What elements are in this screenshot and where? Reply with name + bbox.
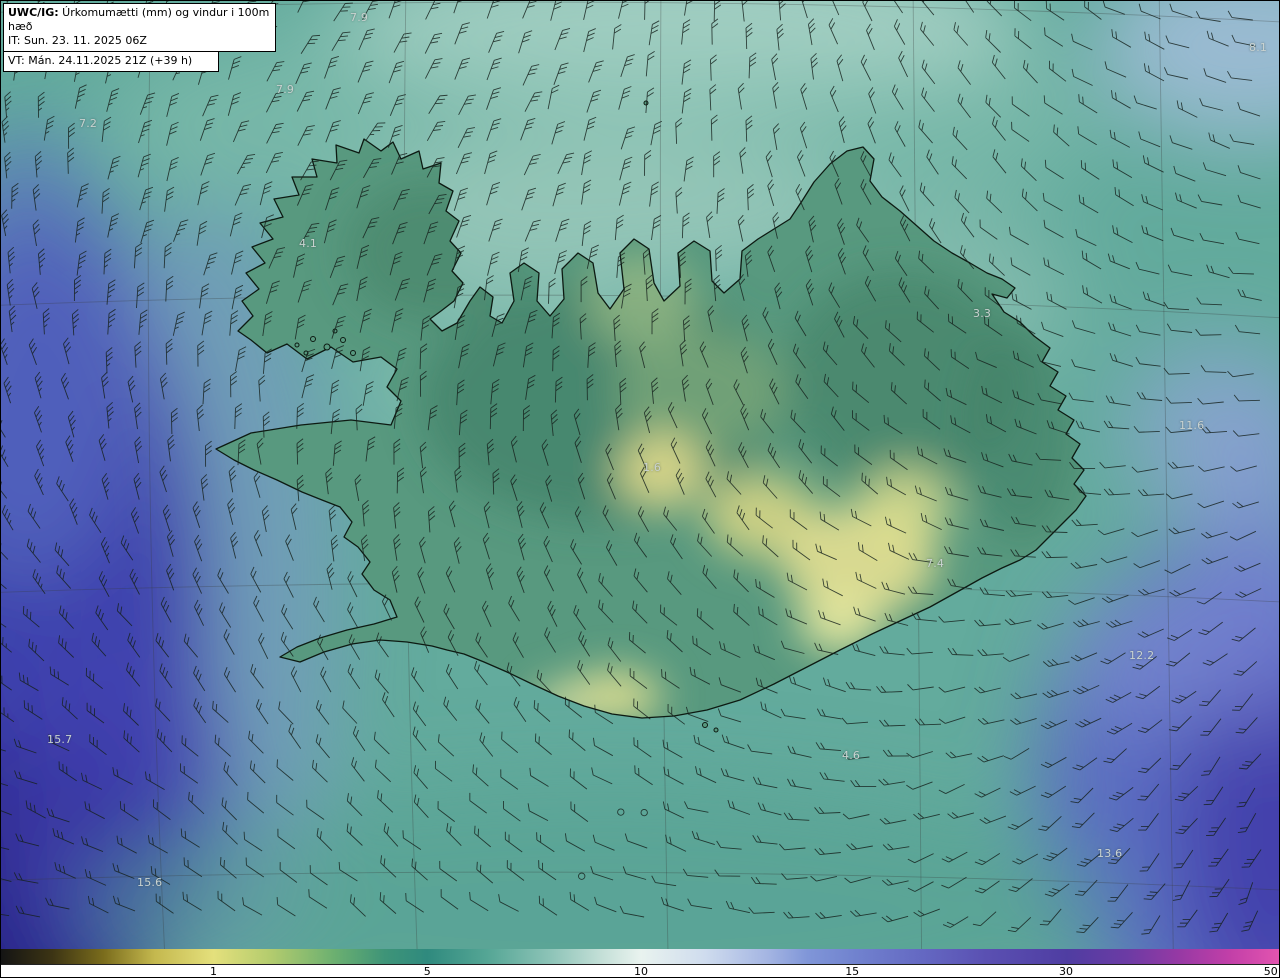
valid-time: VT: Mán. 24.11.2025 21Z	[8, 54, 147, 67]
model-title-line: UWC/IG: Úrkomumætti (mm) og vindur i 100…	[8, 6, 270, 34]
colorbar-tick-row: 1 5 10 15 30 50	[1, 965, 1279, 978]
colorbar-tick: 30	[1058, 965, 1073, 978]
model-name: UWC/IG:	[8, 6, 59, 19]
colorbar-tick: 1	[209, 965, 217, 978]
init-time-line: IT: Sun. 23. 11. 2025 06Z	[8, 34, 147, 47]
colorbar-tick: 5	[423, 965, 431, 978]
model-title-box: UWC/IG: Úrkomumætti (mm) og vindur i 100…	[3, 3, 276, 52]
valid-time-box: VT: Mán. 24.11.2025 21Z (+39 h)	[3, 52, 219, 72]
colorbar-gradient	[1, 949, 1279, 965]
lead-time: (+39 h)	[146, 54, 193, 67]
colorbar-tick: 15	[845, 965, 860, 978]
colorbar-tick: 10	[634, 965, 648, 978]
weather-map-viewport: 7.9 8.1 7.9 7.2 4.1 3.3 11.6 1.6 7.4 12.2 15.7 4.6 1…	[0, 0, 1280, 978]
precipitation-wind-map	[1, 1, 1279, 949]
colorbar: 1 5 10 15 30 50	[1, 949, 1279, 978]
title-box: UWC/IG: Úrkomumætti (mm) og vindur i 100…	[3, 3, 276, 72]
colorbar-tick: 50	[1263, 965, 1278, 978]
